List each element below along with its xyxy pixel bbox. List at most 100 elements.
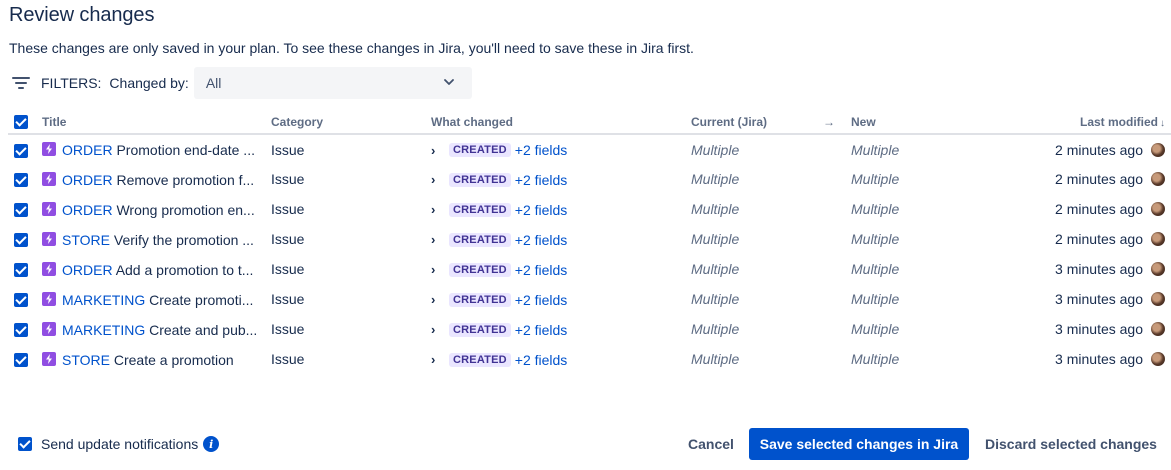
avatar[interactable] [1151,142,1165,157]
column-last-modified[interactable]: Last modified ↓ [1001,110,1171,135]
current-value: Multiple [691,231,740,247]
column-category[interactable]: Category [271,110,431,135]
avatar[interactable] [1151,322,1165,336]
column-what-changed[interactable]: What changed [431,110,691,135]
table-row: MARKETING Create promoti... Issue › CREATED… [8,284,1171,314]
column-arrow: → [823,110,851,135]
last-modified-value: 2 minutes ago [1055,201,1143,217]
issue-summary: Remove promotion f... [116,171,255,188]
chevron-right-icon[interactable]: › [431,322,447,337]
chevron-right-icon[interactable]: › [431,352,447,367]
lightning-issue-icon [42,321,56,336]
row-checkbox[interactable] [14,143,28,158]
table-row: ORDER Wrong promotion en... Issue › CREATED… [8,194,1171,224]
last-modified-value: 3 minutes ago [1055,321,1143,337]
lightning-issue-icon [42,351,56,366]
row-checkbox[interactable] [14,233,28,248]
avatar[interactable] [1151,352,1165,366]
page-title: Review changes [9,4,155,26]
avatar[interactable] [1151,232,1165,246]
lightning-issue-icon [42,291,56,306]
fields-link[interactable]: +2 fields [515,142,568,158]
issue-summary: Create a promotion [113,351,234,368]
row-checkbox[interactable] [14,263,28,278]
issue-summary: Promotion end-date ... [116,142,255,159]
issue-category: Issue [271,171,305,187]
issue-category: Issue [271,261,305,277]
last-modified-value: 2 minutes ago [1055,171,1143,187]
current-value: Multiple [691,291,740,307]
fields-link[interactable]: +2 fields [515,172,568,188]
page-description: These changes are only saved in your pla… [9,40,694,56]
info-icon[interactable]: i [203,436,220,452]
lightning-issue-icon [42,142,56,157]
cancel-button[interactable]: Cancel [678,428,744,460]
issue-project-link[interactable]: STORE [62,352,110,368]
new-value: Multiple [851,201,900,217]
discard-button[interactable]: Discard selected changes [975,428,1167,460]
issue-project-link[interactable]: STORE [62,232,110,248]
new-value: Multiple [851,351,900,367]
chevron-right-icon[interactable]: › [431,202,447,217]
column-new[interactable]: New [851,110,1001,135]
created-badge: CREATED [449,262,511,277]
avatar[interactable] [1151,172,1165,186]
column-title[interactable]: Title [42,110,271,135]
created-badge: CREATED [449,292,511,307]
save-in-jira-button[interactable]: Save selected changes in Jira [749,428,969,460]
issue-project-link[interactable]: ORDER [62,142,113,158]
lightning-issue-icon [42,231,56,246]
issue-project-link[interactable]: ORDER [62,172,113,188]
issue-summary: Create and pub... [149,321,258,338]
table-row: ORDER Add a promotion to t... Issue › CREAT… [8,254,1171,284]
last-modified-value: 3 minutes ago [1055,261,1143,277]
row-checkbox[interactable] [14,293,28,308]
created-badge: CREATED [449,143,511,158]
filter-bar: FILTERS: Changed by: All [12,67,472,99]
row-checkbox[interactable] [14,323,28,338]
row-checkbox[interactable] [14,353,28,368]
chevron-right-icon[interactable]: › [431,292,447,307]
footer: Send update notifications i Cancel Save … [0,428,1171,462]
column-current[interactable]: Current (Jira) [691,110,823,135]
created-badge: CREATED [449,352,511,367]
row-checkbox[interactable] [14,203,28,218]
issue-summary: Wrong promotion en... [116,201,255,218]
table-row: STORE Create a promotion Issue › CREATED +2 … [8,344,1171,374]
select-all-checkbox[interactable] [14,114,28,129]
new-value: Multiple [851,321,900,337]
table-row: STORE Verify the promotion ... Issue › CREA… [8,224,1171,254]
fields-link[interactable]: +2 fields [515,232,568,248]
last-modified-value: 2 minutes ago [1055,141,1143,158]
last-modified-value: 2 minutes ago [1055,231,1143,247]
issue-project-link[interactable]: ORDER [62,202,113,218]
send-notifications[interactable]: Send update notifications i [18,436,220,452]
issue-category: Issue [271,321,305,337]
issue-category: Issue [271,201,305,217]
avatar[interactable] [1151,262,1165,276]
fields-link[interactable]: +2 fields [515,292,568,308]
avatar[interactable] [1151,202,1165,216]
send-notifications-checkbox[interactable] [18,437,32,451]
table-header-row: Title Category What changed Current (Jir… [8,110,1171,135]
issue-project-link[interactable]: MARKETING [62,292,145,308]
new-value: Multiple [851,291,900,307]
chevron-right-icon[interactable]: › [431,232,447,247]
fields-link[interactable]: +2 fields [515,352,568,368]
chevron-right-icon[interactable]: › [431,143,447,158]
changed-by-select[interactable]: All [193,67,472,99]
current-value: Multiple [691,321,740,337]
issue-summary: Verify the promotion ... [113,231,254,248]
chevron-right-icon[interactable]: › [431,262,447,277]
issue-project-link[interactable]: MARKETING [62,322,145,338]
fields-link[interactable]: +2 fields [515,262,568,278]
row-checkbox[interactable] [14,173,28,188]
fields-link[interactable]: +2 fields [515,322,568,338]
changed-by-value: All [205,75,222,91]
chevron-right-icon[interactable]: › [431,172,447,187]
created-badge: CREATED [449,202,511,217]
issue-project-link[interactable]: ORDER [62,262,113,278]
avatar[interactable] [1151,292,1165,306]
changed-by-label: Changed by: [109,75,189,91]
fields-link[interactable]: +2 fields [515,202,568,218]
